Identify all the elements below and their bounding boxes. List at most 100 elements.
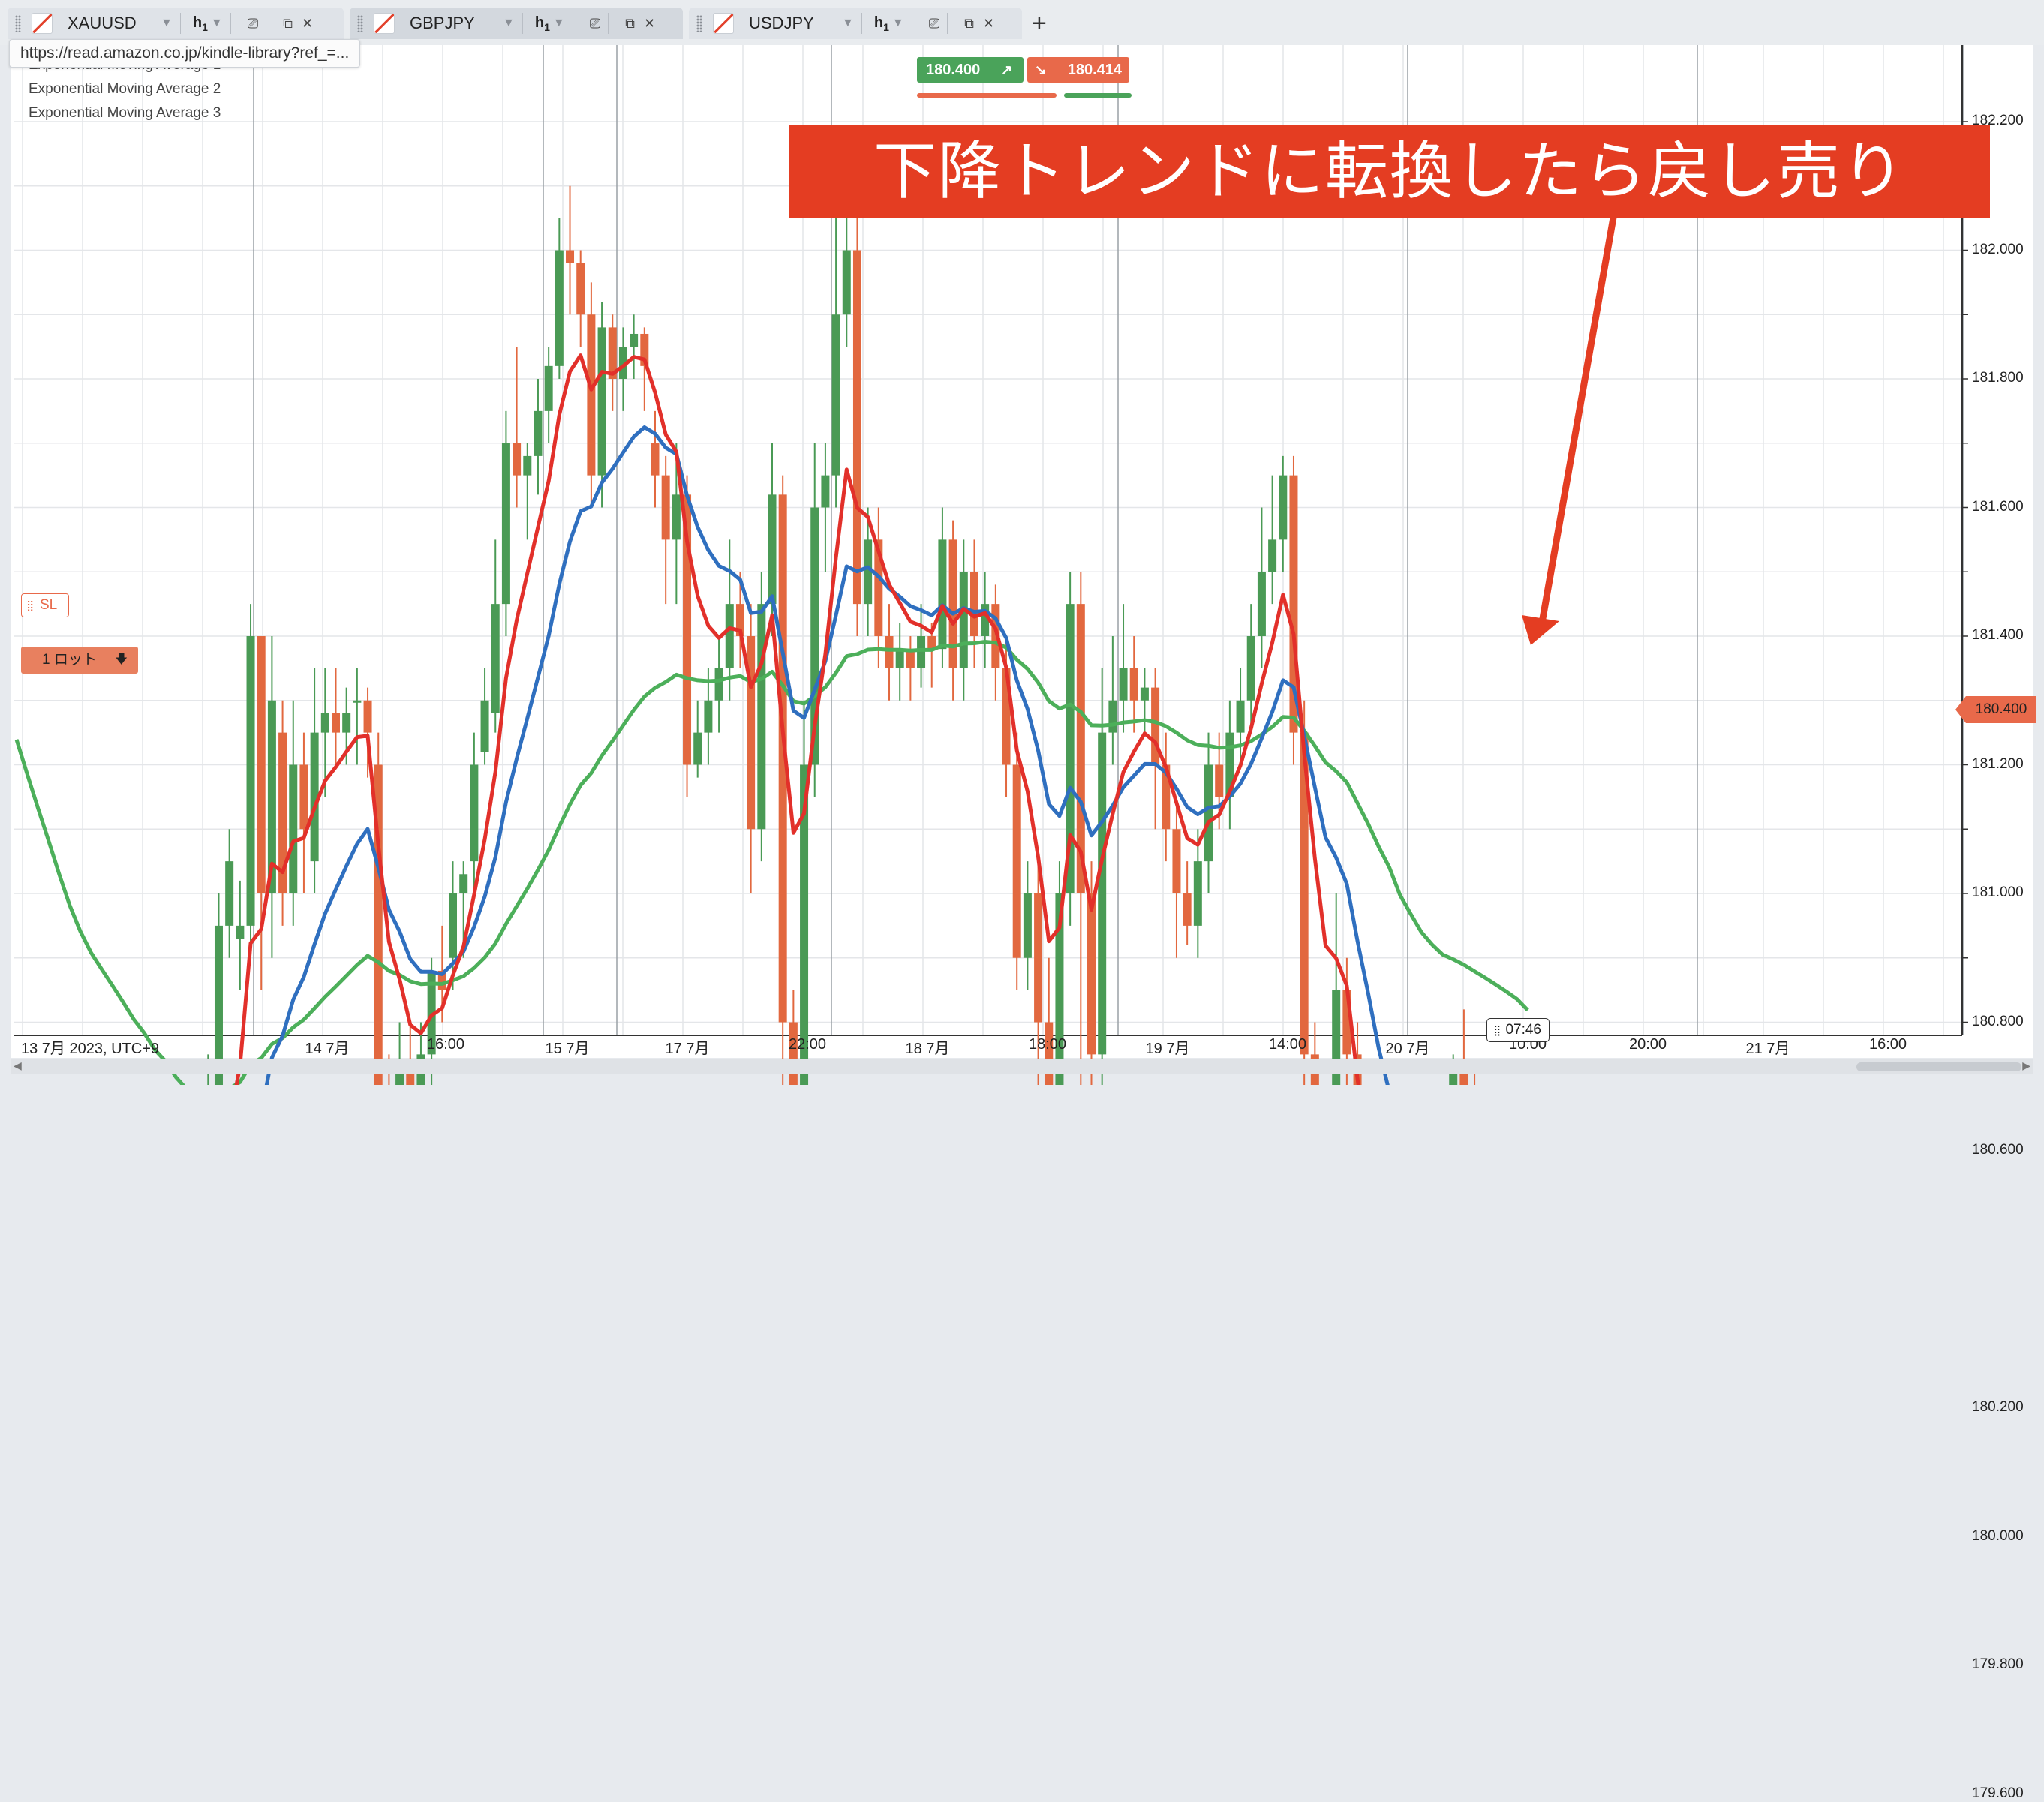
arrow-down-right-icon: ↘	[1035, 62, 1047, 77]
popout-icon[interactable]: ⧉	[964, 16, 974, 32]
sell-button[interactable]: 180.400 ↗	[917, 57, 1024, 83]
candle-body	[353, 700, 362, 703]
current-price-tag: 180.400	[1955, 696, 2036, 723]
popout-icon[interactable]: ⧉	[283, 16, 293, 32]
annotation-label: 下降トレンドに転換したら戻し売り	[789, 125, 1990, 218]
timeframe-selector[interactable]: h1	[874, 14, 889, 33]
stop-loss-tag[interactable]: SL	[21, 593, 69, 617]
candle-body	[1172, 829, 1181, 893]
tab-symbol: USDJPY	[749, 14, 814, 32]
tab-usdjpy[interactable]: USDJPY ▼ h1 ▼ ⎚ ⧉ ✕	[689, 8, 1022, 39]
candle-body	[651, 443, 660, 476]
tab-gbpjpy[interactable]: GBPJPY ▼ h1 ▼ ⎚ ⧉ ✕	[350, 8, 683, 39]
chevron-down-icon[interactable]: ▼	[211, 17, 223, 30]
close-icon[interactable]: ✕	[644, 16, 655, 32]
chevron-down-icon[interactable]: ▼	[161, 17, 173, 30]
chevron-down-icon[interactable]: ▼	[503, 17, 515, 30]
candle-body	[587, 314, 596, 476]
candle-body	[1204, 764, 1213, 862]
legend-ema-2[interactable]: Exponential Moving Average 2	[29, 81, 221, 98]
candle-body	[395, 1074, 404, 1085]
price-tick-label: 181.800	[1972, 370, 2024, 386]
candle-body	[1087, 893, 1096, 1055]
candle-body	[1449, 1074, 1458, 1085]
candle-body	[1108, 700, 1117, 733]
close-icon[interactable]: ✕	[983, 16, 994, 32]
popout-icon[interactable]: ⧉	[625, 16, 635, 32]
candle-body	[480, 700, 489, 752]
drag-handle-icon[interactable]	[696, 15, 702, 32]
price-tick-label: 180.600	[1972, 1142, 2024, 1158]
arrow-down-icon[interactable]: 🡇	[116, 647, 128, 674]
drag-handle-icon[interactable]	[15, 15, 21, 32]
tab-symbol: GBPJPY	[410, 14, 475, 32]
candle-body	[449, 893, 458, 958]
chevron-down-icon[interactable]: ▼	[553, 17, 565, 30]
add-tab-button[interactable]: +	[1032, 9, 1047, 38]
price-tick-label: 179.800	[1972, 1656, 2024, 1672]
candle-body	[1098, 732, 1107, 1055]
candle-body	[534, 410, 543, 456]
chevron-down-icon[interactable]: ▼	[842, 17, 854, 30]
price-tick-label: 180.200	[1972, 1399, 2024, 1415]
time-tick-label: 18 7月	[905, 1041, 950, 1057]
candle-body	[331, 713, 340, 733]
candle-body	[938, 539, 947, 650]
time-tick-label: 16:00	[426, 1036, 465, 1053]
candle-body	[406, 1074, 415, 1085]
close-icon[interactable]: ✕	[302, 16, 313, 32]
candle-body	[1023, 893, 1032, 958]
candle-body	[299, 764, 308, 830]
candle-body	[246, 636, 255, 926]
price-tick-label: 181.000	[1972, 884, 2024, 900]
lot-label: 1 ロット	[42, 652, 97, 668]
candle-body	[320, 713, 329, 733]
timeframe-selector[interactable]: h1	[193, 14, 208, 33]
candle-body	[1183, 893, 1192, 926]
order-lot-tag[interactable]: 1 ロット 🡇	[21, 647, 138, 674]
price-tick-label: 181.600	[1972, 498, 2024, 515]
candle-body	[225, 861, 234, 926]
scroll-left-icon[interactable]: ◀	[14, 1059, 22, 1072]
candle-body	[576, 263, 585, 315]
candle-body	[342, 713, 351, 733]
candle-body	[470, 764, 479, 862]
candle-body	[555, 250, 564, 366]
horizontal-scrollbar[interactable]: ◀ ▶	[11, 1059, 2033, 1074]
cast-icon[interactable]: ⎚	[929, 16, 939, 32]
scroll-thumb[interactable]	[1856, 1062, 2021, 1071]
candle-body	[1236, 700, 1245, 733]
candle-body	[917, 636, 926, 668]
candle-body	[661, 475, 670, 540]
candle-body	[672, 494, 681, 540]
cast-icon[interactable]: ⎚	[590, 16, 600, 32]
arrow-up-right-icon: ↗	[1001, 62, 1013, 77]
candle-body	[789, 1022, 798, 1085]
tab-bar: XAUUSD ▼ h1 ▼ ⎚ ⧉ ✕ GBPJPY ▼ h1 ▼ ⎚ ⧉ ✕ …	[0, 0, 2044, 45]
candle-body	[630, 333, 639, 347]
candle-body	[1459, 1074, 1468, 1085]
time-tick-label: 21 7月	[1745, 1041, 1790, 1057]
chevron-down-icon[interactable]: ▼	[892, 17, 904, 30]
time-tick-label: 19 7月	[1145, 1041, 1190, 1057]
buy-button[interactable]: ↘ 180.414	[1027, 57, 1129, 83]
price-tick-label: 181.200	[1972, 755, 2024, 772]
tab-symbol: XAUUSD	[68, 14, 137, 32]
scroll-right-icon[interactable]: ▶	[2022, 1059, 2030, 1072]
price-tick-label: 181.400	[1972, 627, 2024, 643]
time-tick-label: 20 7月	[1385, 1041, 1430, 1057]
timeframe-selector[interactable]: h1	[535, 14, 550, 33]
candle-body	[1268, 539, 1277, 572]
candle-body	[842, 250, 851, 315]
cast-icon[interactable]: ⎚	[248, 16, 258, 32]
candle-body	[1140, 687, 1149, 701]
symbol-icon	[713, 13, 734, 34]
candle-body	[1246, 636, 1255, 701]
candle-body	[523, 455, 532, 476]
legend-ema-3[interactable]: Exponential Moving Average 3	[29, 105, 221, 122]
chart-panel[interactable]: Exponential Moving Average 1 Exponential…	[0, 39, 2044, 1801]
tab-xauusd[interactable]: XAUUSD ▼ h1 ▼ ⎚ ⧉ ✕	[8, 8, 344, 39]
candle-body	[959, 572, 968, 668]
drag-handle-icon[interactable]	[357, 15, 363, 32]
candle-body	[566, 250, 575, 263]
